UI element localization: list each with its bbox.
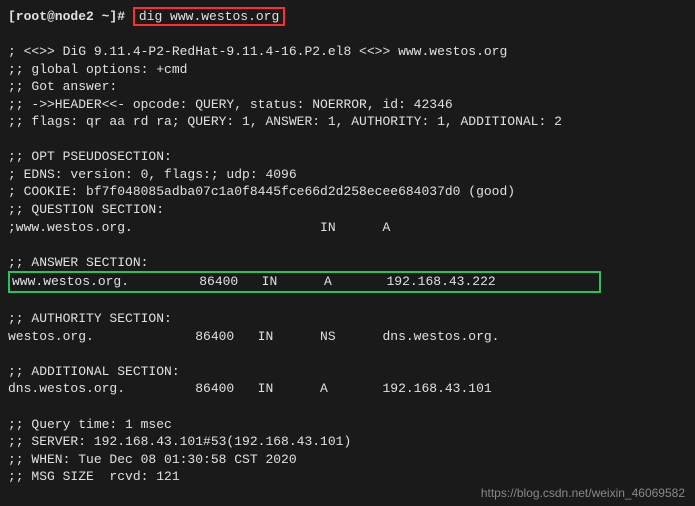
when-line: ;; WHEN: Tue Dec 08 01:30:58 CST 2020 (8, 451, 687, 469)
question-section-header: ;; QUESTION SECTION: (8, 201, 687, 219)
flags-line: ;; flags: qr aa rd ra; QUERY: 1, ANSWER:… (8, 113, 687, 131)
question-row: ;www.westos.org. IN A (8, 219, 687, 237)
authority-section-header: ;; AUTHORITY SECTION: (8, 310, 687, 328)
additional-section-header: ;; ADDITIONAL SECTION: (8, 363, 687, 381)
cookie-line: ; COOKIE: bf7f048085adba07c1a0f8445fce66… (8, 183, 687, 201)
additional-row: dns.westos.org. 86400 IN A 192.168.43.10… (8, 380, 687, 398)
command-highlight: dig www.westos.org (133, 7, 285, 26)
answer-row: www.westos.org. 86400 IN A 192.168.43.22… (8, 271, 601, 293)
blank-line (8, 398, 687, 416)
edns-line: ; EDNS: version: 0, flags:; udp: 4096 (8, 166, 687, 184)
dig-banner: ; <<>> DiG 9.11.4-P2-RedHat-9.11.4-16.P2… (8, 43, 687, 61)
authority-row: westos.org. 86400 IN NS dns.westos.org. (8, 328, 687, 346)
prompt-user-host: [root@node2 ~]# (8, 9, 125, 24)
header-line: ;; ->>HEADER<<- opcode: QUERY, status: N… (8, 96, 687, 114)
blank-line (8, 26, 687, 44)
blank-line (8, 131, 687, 149)
answer-row-highlight: www.westos.org. 86400 IN A 192.168.43.22… (8, 271, 687, 293)
blank-line (8, 293, 687, 311)
prompt-line[interactable]: [root@node2 ~]# dig www.westos.org (8, 8, 687, 26)
opt-pseudosection-header: ;; OPT PSEUDOSECTION: (8, 148, 687, 166)
msg-size: ;; MSG SIZE rcvd: 121 (8, 468, 687, 486)
global-options: ;; global options: +cmd (8, 61, 687, 79)
answer-section-header: ;; ANSWER SECTION: (8, 254, 687, 272)
server-line: ;; SERVER: 192.168.43.101#53(192.168.43.… (8, 433, 687, 451)
query-time: ;; Query time: 1 msec (8, 416, 687, 434)
got-answer: ;; Got answer: (8, 78, 687, 96)
watermark: https://blog.csdn.net/weixin_46069582 (481, 486, 685, 500)
blank-line (8, 236, 687, 254)
blank-line (8, 345, 687, 363)
